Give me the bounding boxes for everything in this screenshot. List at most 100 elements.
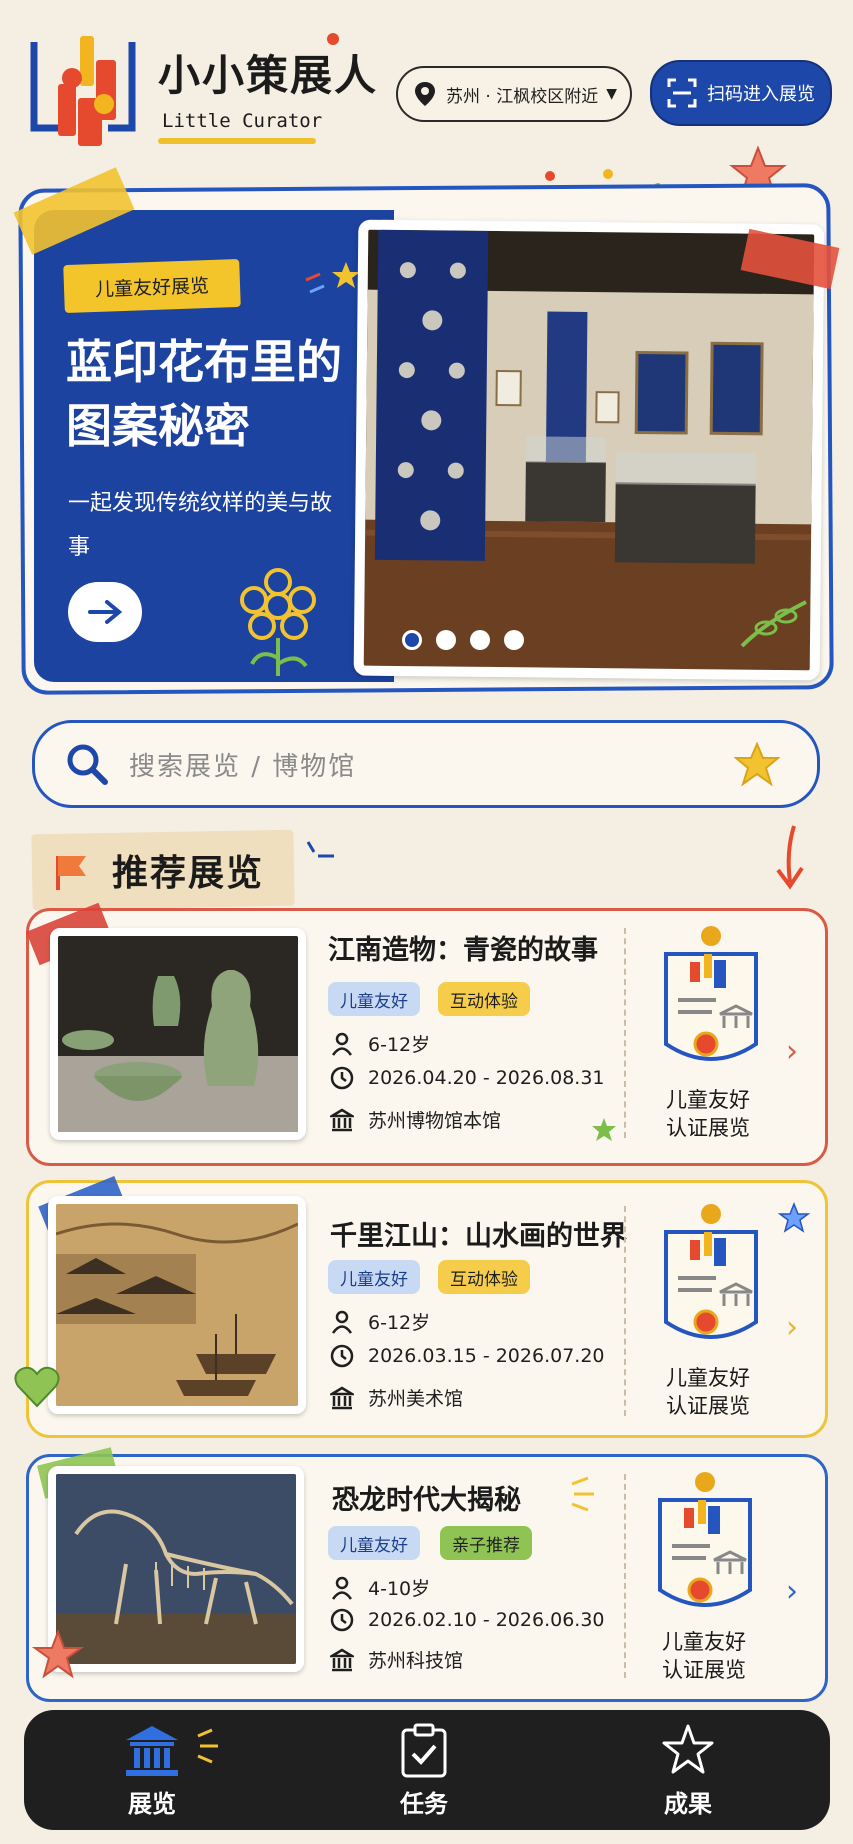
- scan-qr-button[interactable]: 扫码进入展览: [650, 60, 832, 126]
- sparkle-decoration: [197, 1728, 218, 1764]
- app-logo: [28, 32, 138, 150]
- exhibition-photo: [50, 928, 306, 1140]
- arrow-right-icon: [88, 600, 122, 624]
- star-decoration-icon: [592, 1118, 616, 1141]
- flower-doodle-icon: [240, 568, 316, 676]
- chevron-right-icon[interactable]: ›: [786, 1034, 798, 1069]
- hero-title: 蓝印花布里的图案秘密: [66, 335, 342, 453]
- badge-line-1: 儿童友好: [666, 1088, 750, 1112]
- tag-child-friendly: 儿童友好: [328, 982, 420, 1016]
- museum-icon: [126, 1726, 178, 1776]
- museum-icon: [330, 1108, 354, 1131]
- exhibition-venue: 苏州美术馆: [330, 1384, 463, 1411]
- person-icon: [331, 1310, 353, 1334]
- nav-item-tasks[interactable]: 任务: [354, 1722, 494, 1822]
- person-icon: [331, 1032, 353, 1056]
- subtitle-underline: [158, 138, 316, 144]
- certified-badge-label: 儿童友好 认证展览: [648, 1364, 768, 1420]
- nav-label: 任务: [400, 1790, 448, 1818]
- star-decoration-icon: [778, 1202, 810, 1233]
- tag-interactive: 互动体验: [438, 982, 530, 1016]
- certified-badge-label: 儿童友好 认证展览: [648, 1086, 768, 1142]
- sparkle-decoration: [571, 1476, 594, 1512]
- nav-label: 展览: [128, 1790, 176, 1818]
- sparkle-decoration: [305, 262, 360, 294]
- exhibition-title: 恐龙时代大揭秘: [332, 1485, 521, 1516]
- badge-line-2: 认证展览: [666, 1394, 750, 1418]
- carousel-dot[interactable]: [470, 630, 490, 650]
- exhibition-dates: 2026.02.10 - 2026.06.30: [330, 1608, 605, 1632]
- search-input[interactable]: 搜索展览 / 博物馆: [32, 720, 820, 808]
- star-decoration-icon: [32, 1630, 84, 1679]
- badge-line-2: 认证展览: [666, 1116, 750, 1140]
- search-icon: [67, 744, 108, 785]
- carousel-dot-active[interactable]: [402, 630, 422, 650]
- hero-arrow-button[interactable]: [68, 582, 142, 642]
- hero-description: 一起发现传统纹样的美与故事: [68, 491, 333, 560]
- exhibition-dates: 2026.04.20 - 2026.08.31: [330, 1066, 605, 1090]
- leaf-doodle-icon: [740, 600, 807, 648]
- heart-decoration-icon: [14, 1366, 60, 1408]
- clock-icon: [330, 1344, 354, 1368]
- certified-badge-icon: [656, 1202, 766, 1352]
- search-placeholder: 搜索展览 / 博物馆: [129, 751, 357, 782]
- card-divider: [624, 928, 626, 1138]
- badge-line-2: 认证展览: [662, 1658, 746, 1682]
- chevron-down-icon: ▼: [606, 86, 617, 102]
- exhibition-dates: 2026.03.15 - 2026.07.20: [330, 1344, 605, 1368]
- tag-family-recommended: 亲子推荐: [440, 1526, 532, 1560]
- chevron-right-icon[interactable]: ›: [786, 1310, 798, 1345]
- age-text: 4-10岁: [368, 1578, 431, 1600]
- exhibition-venue: 苏州科技馆: [330, 1646, 463, 1673]
- venue-text: 苏州博物馆本馆: [368, 1110, 502, 1132]
- dates-text: 2026.03.15 - 2026.07.20: [368, 1345, 605, 1367]
- clock-icon: [330, 1066, 354, 1090]
- exhibition-venue: 苏州博物馆本馆: [330, 1106, 501, 1133]
- location-pin-icon: [415, 82, 435, 106]
- red-dot-decoration: [327, 33, 339, 45]
- exhibition-photo: [48, 1466, 304, 1672]
- scan-button-label: 扫码进入展览: [707, 84, 815, 105]
- clock-icon: [330, 1608, 354, 1632]
- carousel-dots[interactable]: [402, 630, 524, 650]
- certified-badge-icon: [656, 924, 766, 1074]
- card-divider: [624, 1206, 626, 1416]
- location-text: 苏州 · 江枫校区附近: [446, 86, 599, 107]
- sparkle-decoration: [306, 841, 334, 858]
- app-title: 小小策展人: [158, 51, 379, 100]
- scan-icon: [667, 78, 697, 108]
- section-title: 推荐展览: [112, 853, 265, 894]
- chevron-right-icon[interactable]: ›: [786, 1574, 798, 1609]
- carousel-dot[interactable]: [504, 630, 524, 650]
- nav-item-achievements[interactable]: 成果: [618, 1722, 758, 1822]
- venue-text: 苏州美术馆: [368, 1388, 464, 1410]
- nav-label: 成果: [664, 1790, 712, 1818]
- location-selector[interactable]: 苏州 · 江枫校区附近 ▼: [396, 66, 632, 122]
- hero-tag: 儿童友好展览: [63, 258, 241, 314]
- app-subtitle: Little Curator: [162, 110, 323, 132]
- age-text: 6-12岁: [368, 1034, 431, 1056]
- museum-icon: [330, 1386, 354, 1409]
- exhibition-title: 江南造物：青瓷的故事: [328, 935, 598, 966]
- star-decoration-icon: [734, 742, 780, 786]
- museum-icon: [330, 1648, 354, 1671]
- age-text: 6-12岁: [368, 1312, 431, 1334]
- tag-child-friendly: 儿童友好: [328, 1526, 420, 1560]
- tag-interactive: 互动体验: [438, 1260, 530, 1294]
- star-icon: [662, 1724, 714, 1774]
- arrow-down-doodle-icon: [776, 825, 804, 890]
- certified-badge-label: 儿童友好 认证展览: [644, 1628, 764, 1684]
- tag-child-friendly: 儿童友好: [328, 1260, 420, 1294]
- carousel-dot[interactable]: [436, 630, 456, 650]
- venue-text: 苏州科技馆: [368, 1650, 464, 1672]
- dates-text: 2026.04.20 - 2026.08.31: [368, 1067, 605, 1089]
- exhibition-photo: [48, 1196, 306, 1414]
- flag-icon: [56, 856, 86, 890]
- exhibition-age: 4-10岁: [330, 1574, 430, 1601]
- clipboard-check-icon: [401, 1723, 447, 1778]
- certified-badge-icon: [650, 1470, 760, 1620]
- badge-line-1: 儿童友好: [666, 1366, 750, 1390]
- exhibition-age: 6-12岁: [330, 1030, 430, 1057]
- person-icon: [331, 1576, 353, 1600]
- exhibition-title: 千里江山：山水画的世界: [330, 1221, 627, 1252]
